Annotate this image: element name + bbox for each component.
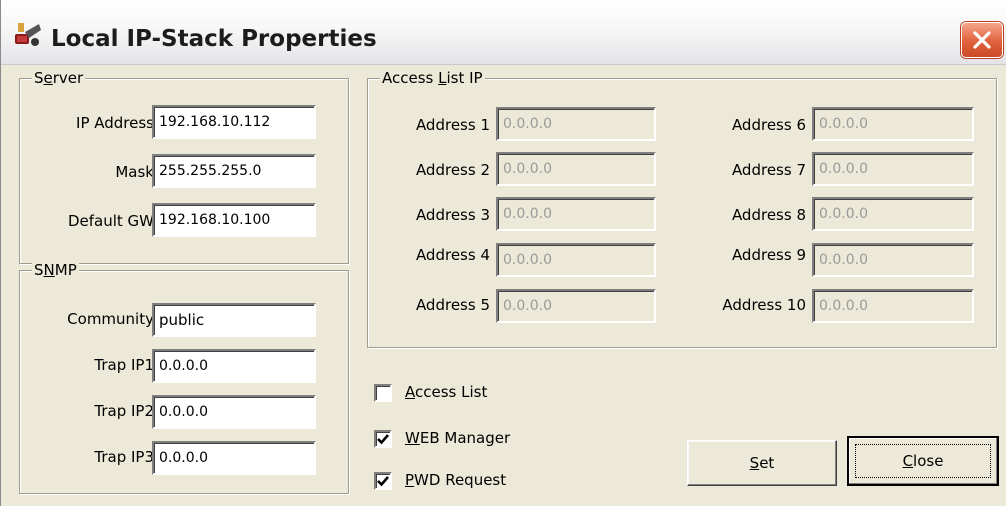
checkmark-icon xyxy=(377,434,389,445)
close-icon xyxy=(973,31,991,49)
address-5-label: Address 5 xyxy=(415,296,490,314)
snmp-group: SNMP Community public Trap IP1 0.0.0.0 T… xyxy=(19,261,349,494)
address-9-input[interactable]: 0.0.0.0 xyxy=(812,243,974,277)
pwd-request-label[interactable]: PWD Request xyxy=(405,470,506,490)
close-window-button[interactable] xyxy=(961,22,1003,58)
community-label: Community xyxy=(67,310,154,328)
address-1-input[interactable]: 0.0.0.0 xyxy=(496,107,656,141)
address-5-input[interactable]: 0.0.0.0 xyxy=(496,289,656,323)
web-manager-label[interactable]: WEB Manager xyxy=(405,428,510,448)
web-manager-checkbox[interactable] xyxy=(374,430,392,448)
address-3-input[interactable]: 0.0.0.0 xyxy=(496,197,656,231)
window-title: Local IP-Stack Properties xyxy=(51,26,377,52)
default-gw-label: Default GW xyxy=(67,212,154,230)
address-6-label: Address 6 xyxy=(731,116,806,134)
ip-address-input[interactable]: 192.168.10.112 xyxy=(152,105,316,139)
snmp-legend: SNMP xyxy=(32,261,79,279)
checkmark-icon xyxy=(377,476,389,487)
default-gw-input[interactable]: 192.168.10.100 xyxy=(152,203,316,237)
address-3-label: Address 3 xyxy=(415,206,490,224)
trap-ip3-label: Trap IP3 xyxy=(94,448,154,466)
address-8-label: Address 8 xyxy=(731,206,806,224)
access-list-ip-group: Access List IP Address 1 0.0.0.0 Address… xyxy=(367,69,997,348)
address-8-input[interactable]: 0.0.0.0 xyxy=(812,197,974,231)
address-2-input[interactable]: 0.0.0.0 xyxy=(496,152,656,186)
address-10-input[interactable]: 0.0.0.0 xyxy=(812,289,974,323)
close-button[interactable]: Close xyxy=(847,436,999,486)
access-list-checkbox[interactable] xyxy=(374,384,392,402)
access-list-label[interactable]: Access List xyxy=(405,382,487,402)
title-bar[interactable]: Local IP-Stack Properties xyxy=(1,0,1006,65)
address-10-label: Address 10 xyxy=(722,296,806,314)
access-list-ip-legend: Access List IP xyxy=(380,69,485,87)
mask-input[interactable]: 255.255.255.0 xyxy=(152,154,316,188)
address-7-input[interactable]: 0.0.0.0 xyxy=(812,152,974,186)
mask-label: Mask xyxy=(115,163,154,181)
dialog-window: Local IP-Stack Properties Server IP Addr… xyxy=(0,0,1006,506)
address-7-label: Address 7 xyxy=(731,161,806,179)
server-legend: Server xyxy=(32,69,86,87)
set-button[interactable]: Set xyxy=(687,440,837,486)
address-6-input[interactable]: 0.0.0.0 xyxy=(812,107,974,141)
trap-ip2-input[interactable]: 0.0.0.0 xyxy=(152,395,316,429)
trap-ip1-label: Trap IP1 xyxy=(94,356,154,374)
community-input[interactable]: public xyxy=(152,303,316,337)
trap-ip1-input[interactable]: 0.0.0.0 xyxy=(152,349,316,383)
server-group: Server IP Address 192.168.10.112 Mask 25… xyxy=(19,69,349,264)
address-9-label: Address 9 xyxy=(731,246,806,264)
address-4-label: Address 4 xyxy=(415,246,490,264)
pwd-request-checkbox[interactable] xyxy=(374,472,392,490)
dialog-body: Server IP Address 192.168.10.112 Mask 25… xyxy=(9,64,1006,506)
ip-address-label: IP Address xyxy=(76,114,154,132)
trap-ip2-label: Trap IP2 xyxy=(94,402,154,420)
address-4-input[interactable]: 0.0.0.0 xyxy=(496,243,656,277)
trap-ip3-input[interactable]: 0.0.0.0 xyxy=(152,441,316,475)
address-2-label: Address 2 xyxy=(415,161,490,179)
address-1-label: Address 1 xyxy=(415,116,490,134)
network-stack-icon xyxy=(15,23,41,46)
